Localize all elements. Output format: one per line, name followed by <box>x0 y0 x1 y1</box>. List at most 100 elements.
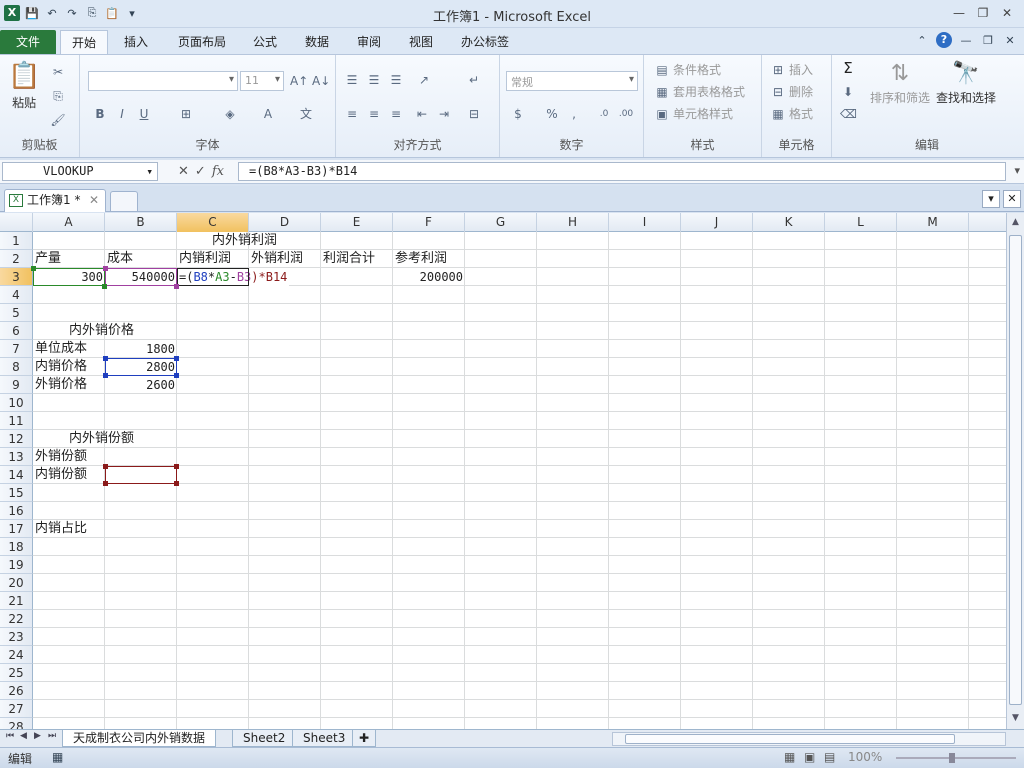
row-header[interactable]: 19 <box>0 556 33 574</box>
workbook-list-icon[interactable]: ▾ <box>982 190 1000 208</box>
tab-page-layout[interactable]: 页面布局 <box>170 30 234 54</box>
increase-indent-icon[interactable]: ⇥ <box>436 107 452 121</box>
close-button[interactable]: ✕ <box>998 4 1016 22</box>
last-sheet-icon[interactable]: ⏭ <box>48 731 56 741</box>
sheet-tab-3[interactable]: Sheet3 <box>292 730 357 747</box>
row-header[interactable]: 9 <box>0 376 33 394</box>
sheet-tab-1[interactable]: 天成制衣公司内外销数据 <box>62 730 217 747</box>
bold-icon[interactable]: B <box>92 107 108 121</box>
row-header[interactable]: 5 <box>0 304 33 322</box>
merge-center-icon[interactable]: ⊟ <box>466 107 482 121</box>
align-top-icon[interactable]: ☰ <box>344 73 360 87</box>
scroll-down-icon[interactable]: ▼ <box>1009 713 1022 727</box>
font-name-combo[interactable] <box>88 71 238 91</box>
cell-f2[interactable]: 参考利润 <box>393 250 449 268</box>
sheet-tab-2[interactable]: Sheet2 <box>232 730 297 747</box>
col-header-g[interactable]: G <box>465 213 537 232</box>
row-header[interactable]: 1 <box>0 232 33 250</box>
align-left-icon[interactable]: ≡ <box>344 107 360 121</box>
ref-handle[interactable] <box>174 284 179 289</box>
vertical-scroll-thumb[interactable] <box>1009 235 1022 705</box>
align-center-icon[interactable]: ≡ <box>366 107 382 121</box>
tab-office-tab[interactable]: 办公标签 <box>452 30 518 54</box>
row-header[interactable]: 14 <box>0 466 33 484</box>
page-break-view-icon[interactable]: ▤ <box>824 750 835 764</box>
col-header-f[interactable]: F <box>393 213 465 232</box>
cell-a7[interactable]: 单位成本 <box>33 340 89 358</box>
comma-icon[interactable]: , <box>566 107 582 121</box>
delete-cells-button[interactable]: ⊟ 删除 <box>770 83 813 100</box>
cell-a12[interactable]: 内外销份额 <box>67 430 136 448</box>
row-header[interactable]: 26 <box>0 682 33 700</box>
collapse-ribbon-icon[interactable]: ⌃ <box>914 32 930 48</box>
row-header[interactable]: 15 <box>0 484 33 502</box>
cell-c2[interactable]: 内销利润 <box>177 250 233 268</box>
row-header[interactable]: 8 <box>0 358 33 376</box>
scroll-up-icon[interactable]: ▲ <box>1009 217 1022 231</box>
tab-file[interactable]: 文件 <box>0 30 56 54</box>
horizontal-scroll-thumb[interactable] <box>625 734 955 744</box>
ref-handle[interactable] <box>102 284 107 289</box>
workbook-tab-active[interactable]: X 工作簿1 * ✕ <box>4 189 106 212</box>
align-bottom-icon[interactable]: ☰ <box>388 73 404 87</box>
number-format-combo[interactable]: 常规 <box>506 71 638 91</box>
cell-b9[interactable]: 2600 <box>105 376 177 394</box>
enter-formula-icon[interactable]: ✓ <box>195 164 206 179</box>
col-header-k[interactable]: K <box>753 213 825 232</box>
cell-c1[interactable]: 内外销利润 <box>210 232 279 250</box>
tab-view[interactable]: 视图 <box>400 30 442 54</box>
tab-home[interactable]: 开始 <box>60 30 108 54</box>
ref-handle[interactable] <box>103 266 108 271</box>
row-header[interactable]: 16 <box>0 502 33 520</box>
doc-restore-icon[interactable]: ❐ <box>980 32 996 48</box>
conditional-format-button[interactable]: ▤ 条件格式 <box>654 61 721 78</box>
paste-button[interactable]: 📋 粘贴 <box>8 61 40 111</box>
row-header[interactable]: 20 <box>0 574 33 592</box>
vertical-scrollbar[interactable]: ▲ ▼ <box>1006 213 1024 729</box>
minimize-button[interactable]: — <box>950 4 968 22</box>
ref-handle[interactable] <box>103 373 108 378</box>
horizontal-scrollbar[interactable] <box>612 732 1006 746</box>
cell-d2[interactable]: 外销利润 <box>249 250 305 268</box>
restore-button[interactable]: ❐ <box>974 4 992 22</box>
col-header-b[interactable]: B <box>105 213 177 232</box>
decrease-indent-icon[interactable]: ⇤ <box>414 107 430 121</box>
ref-handle[interactable] <box>174 356 179 361</box>
format-as-table-button[interactable]: ▦ 套用表格格式 <box>654 83 745 100</box>
align-middle-icon[interactable]: ☰ <box>366 73 382 87</box>
col-header-i[interactable]: I <box>609 213 681 232</box>
cell-a17[interactable]: 内销占比 <box>33 520 89 538</box>
zoom-level[interactable]: 100% <box>848 750 882 764</box>
ref-handle[interactable] <box>103 464 108 469</box>
cell-area[interactable]: 内外销利润 产量 成本 内销利润 外销利润 利润合计 参考利润 300 5400… <box>31 232 1006 729</box>
ref-handle[interactable] <box>174 373 179 378</box>
orientation-icon[interactable]: ↗ <box>416 73 432 87</box>
row-header[interactable]: 3 <box>0 268 33 286</box>
align-right-icon[interactable]: ≡ <box>388 107 404 121</box>
row-header[interactable]: 18 <box>0 538 33 556</box>
new-workbook-tab[interactable] <box>110 191 138 211</box>
workbook-close-all-icon[interactable]: ✕ <box>1003 190 1021 208</box>
prev-sheet-icon[interactable]: ◀ <box>20 731 27 741</box>
fill-color-icon[interactable]: ◈ <box>222 107 238 121</box>
tab-formulas[interactable]: 公式 <box>244 30 286 54</box>
cell-e2[interactable]: 利润合计 <box>321 250 377 268</box>
row-header[interactable]: 17 <box>0 520 33 538</box>
ref-handle[interactable] <box>31 266 36 271</box>
cell-a8[interactable]: 内销价格 <box>33 358 89 376</box>
macro-record-icon[interactable]: ▦ <box>52 750 63 764</box>
font-size-combo[interactable]: 11 <box>240 71 284 91</box>
col-header-l[interactable]: L <box>825 213 897 232</box>
row-header[interactable]: 21 <box>0 592 33 610</box>
col-header-h[interactable]: H <box>537 213 609 232</box>
zoom-slider[interactable] <box>896 753 1016 763</box>
cancel-formula-icon[interactable]: ✕ <box>178 164 189 179</box>
insert-sheet-icon[interactable]: ✚ <box>352 730 377 747</box>
row-header[interactable]: 24 <box>0 646 33 664</box>
decrease-decimal-icon[interactable]: .00 <box>618 107 634 121</box>
sort-filter-button[interactable]: ⇅ 排序和筛选 <box>870 61 930 106</box>
col-header-j[interactable]: J <box>681 213 753 232</box>
name-box[interactable]: VLOOKUP <box>2 162 158 181</box>
cell-a2[interactable]: 产量 <box>33 250 63 268</box>
row-header[interactable]: 10 <box>0 394 33 412</box>
